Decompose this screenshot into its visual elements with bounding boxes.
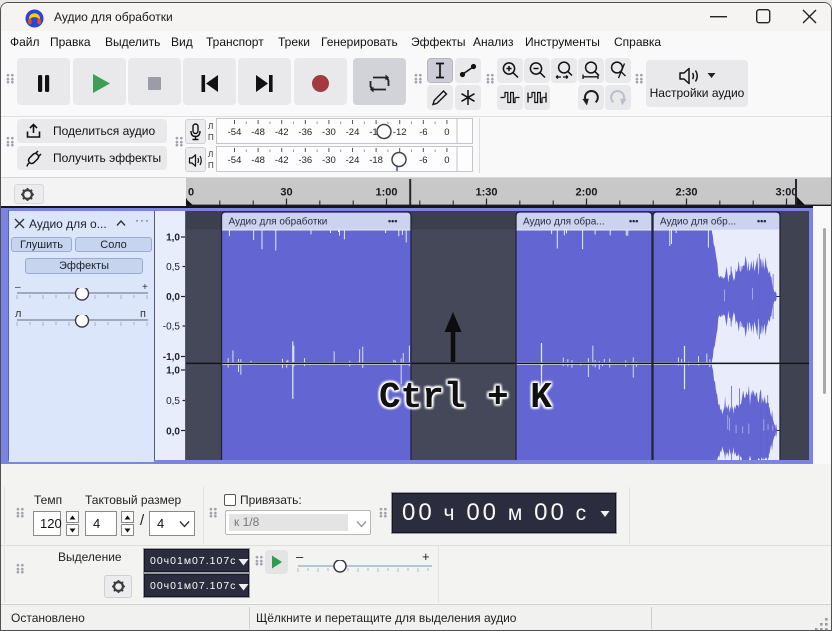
svg-text:-30: -30	[322, 127, 336, 138]
svg-text:-54: -54	[228, 155, 242, 166]
svg-text:-6: -6	[419, 127, 427, 138]
svg-text:-30: -30	[322, 155, 336, 166]
svg-text:3:00: 3:00	[775, 187, 797, 199]
svg-text:2:30: 2:30	[675, 187, 697, 199]
svg-text:-1,0: -1,0	[163, 352, 181, 363]
svg-text:0: 0	[188, 187, 194, 199]
svg-text:-24: -24	[346, 155, 360, 166]
svg-text:•••: •••	[388, 216, 397, 226]
svg-text:1:30: 1:30	[475, 187, 497, 199]
svg-text:-42: -42	[275, 127, 289, 138]
svg-text:1:00: 1:00	[375, 187, 397, 199]
svg-text:-18: -18	[369, 155, 383, 166]
svg-text:0,5: 0,5	[166, 262, 180, 273]
svg-text:0: 0	[444, 155, 449, 166]
svg-text:30: 30	[280, 187, 292, 199]
svg-text:1,0: 1,0	[166, 366, 180, 377]
svg-text:-48: -48	[251, 127, 265, 138]
svg-text:0,0: 0,0	[166, 427, 180, 438]
svg-text:Аудио для обра...: Аудио для обра...	[523, 216, 605, 228]
svg-text:-42: -42	[275, 155, 289, 166]
svg-text:Аудио для обработки: Аудио для обработки	[229, 216, 328, 228]
svg-text:-0,5: -0,5	[163, 322, 181, 333]
svg-text:•••: •••	[757, 216, 766, 226]
svg-text:-54: -54	[228, 127, 242, 138]
svg-text:-6: -6	[419, 155, 427, 166]
svg-text:0,0: 0,0	[166, 292, 180, 303]
svg-text:Аудио для обр...: Аудио для обр...	[660, 216, 736, 228]
svg-text:0: 0	[444, 127, 449, 138]
svg-text:•••: •••	[629, 216, 638, 226]
svg-text:-36: -36	[298, 155, 312, 166]
svg-text:-24: -24	[346, 127, 360, 138]
svg-text:2:00: 2:00	[575, 187, 597, 199]
svg-text:1,0: 1,0	[166, 233, 180, 244]
svg-text:-36: -36	[298, 127, 312, 138]
svg-text:0,5: 0,5	[166, 396, 180, 407]
svg-text:-48: -48	[251, 155, 265, 166]
svg-text:-12: -12	[393, 127, 407, 138]
